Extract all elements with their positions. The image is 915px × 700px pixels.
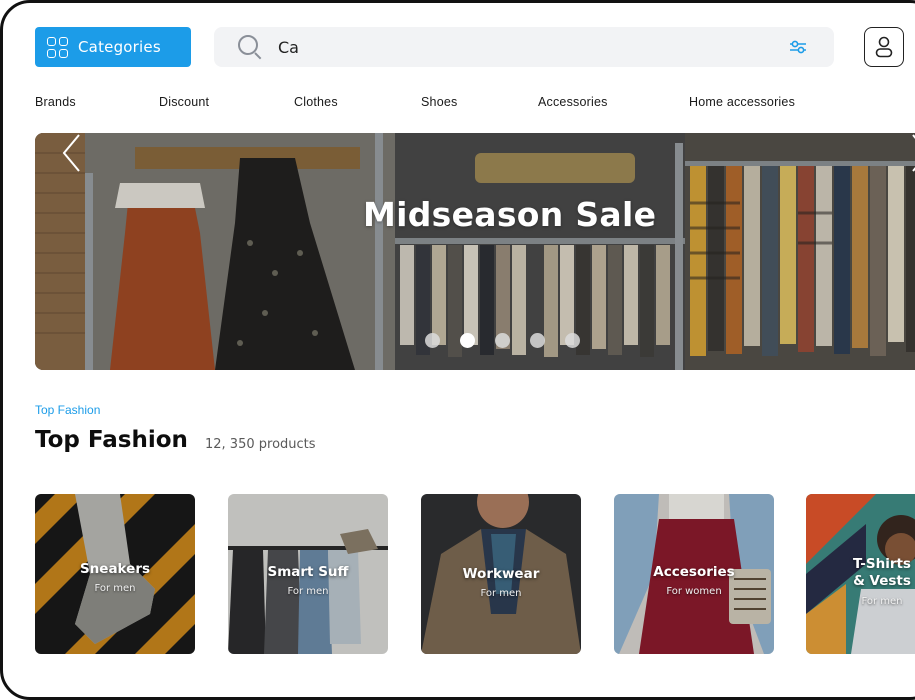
card-title: T-Shirts & Vests xyxy=(853,556,911,589)
category-card-smart-suff[interactable]: Smart Suff For men xyxy=(228,494,388,654)
section-title: Top Fashion xyxy=(35,427,188,453)
carousel-dot[interactable] xyxy=(565,333,580,348)
carousel-dots xyxy=(425,333,580,348)
chevron-left-icon[interactable] xyxy=(61,133,83,173)
nav-item-shoes[interactable]: Shoes xyxy=(421,95,457,109)
card-title: Sneakers xyxy=(79,561,151,577)
nav-item-clothes[interactable]: Clothes xyxy=(294,95,338,109)
profile-button[interactable] xyxy=(864,27,904,67)
product-count: 12, 350 products xyxy=(205,437,316,452)
carousel-dot[interactable] xyxy=(460,333,475,348)
card-title: Accesories xyxy=(653,564,735,580)
search-bar[interactable] xyxy=(214,27,834,67)
carousel-dot[interactable] xyxy=(530,333,545,348)
card-subtitle: For men xyxy=(861,596,903,607)
categories-button[interactable]: Categories xyxy=(35,27,191,67)
carousel-dot[interactable] xyxy=(425,333,440,348)
hero-banner[interactable]: Midseason Sale xyxy=(35,133,915,370)
app-frame: Categories Brands Discount Clothes Shoes… xyxy=(0,0,915,700)
search-icon xyxy=(238,35,262,60)
breadcrumb[interactable]: Top Fashion xyxy=(35,403,100,417)
carousel-dot[interactable] xyxy=(495,333,510,348)
card-title: Smart Suff xyxy=(267,564,349,580)
search-input[interactable] xyxy=(278,37,748,57)
filter-icon[interactable] xyxy=(790,40,806,54)
category-card-accesories[interactable]: Accesories For women xyxy=(614,494,774,654)
nav-item-accessories[interactable]: Accessories xyxy=(538,95,608,109)
card-subtitle: For men xyxy=(287,586,329,597)
categories-label: Categories xyxy=(78,38,161,56)
card-subtitle: For men xyxy=(480,588,522,599)
user-icon xyxy=(875,36,893,58)
chevron-right-icon[interactable] xyxy=(909,133,915,173)
card-title: Workwear xyxy=(462,566,540,582)
banner-title: Midseason Sale xyxy=(363,195,657,234)
category-card-sneakers[interactable]: Sneakers For men xyxy=(35,494,195,654)
nav-item-brands[interactable]: Brands xyxy=(35,95,76,109)
nav-item-discount[interactable]: Discount xyxy=(159,95,209,109)
nav-item-home-accessories[interactable]: Home accessories xyxy=(689,95,795,109)
card-subtitle: For women xyxy=(666,586,722,597)
category-card-workwear[interactable]: Workwear For men xyxy=(421,494,581,654)
card-subtitle: For men xyxy=(94,583,136,594)
category-card-t-shirts-vests[interactable]: T-Shirts & Vests For men xyxy=(806,494,915,654)
grid-icon xyxy=(47,36,68,58)
